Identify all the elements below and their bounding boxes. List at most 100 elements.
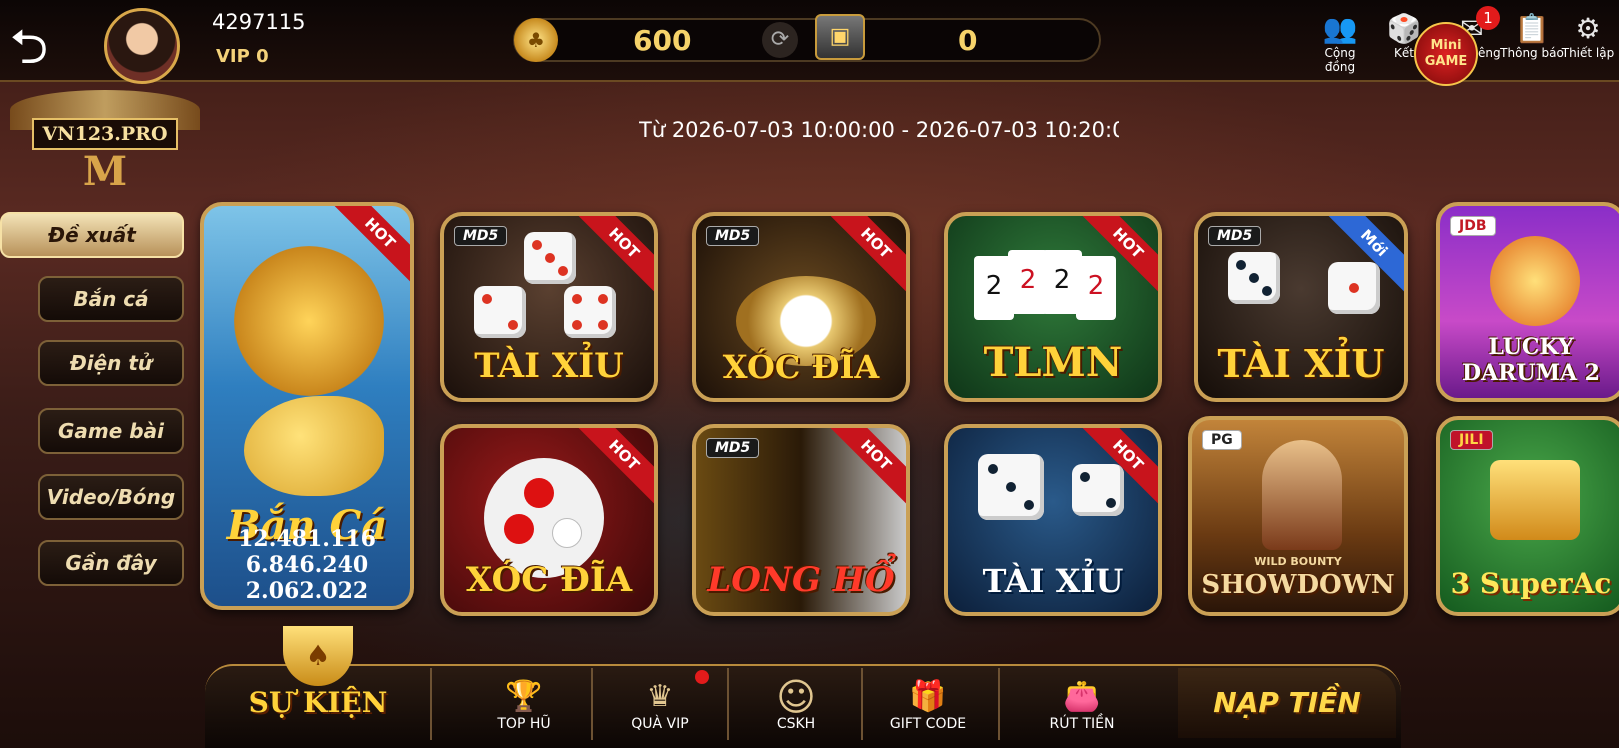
nav-top-hu[interactable]: 🏆 TOP HŨ — [460, 678, 588, 732]
user-id: 4297115 — [212, 10, 306, 34]
game-tile-tlmn[interactable]: 2 2 2 2 HOT TLMN — [944, 212, 1162, 402]
minigame-button[interactable]: Mini GAME — [1414, 22, 1478, 86]
game-title: LUCKY DARUMA 2 — [1461, 334, 1600, 386]
game-tile-long-ho[interactable]: MD5 HOT LONG HỔ — [692, 424, 910, 616]
settings-button[interactable]: ⚙ Thiết lập — [1556, 12, 1619, 60]
trophy-icon: 🏆 — [505, 679, 543, 714]
daruma-icon — [1490, 236, 1580, 326]
dragon-icon — [234, 246, 384, 396]
game-tile-3-super-ace[interactable]: JILI 3 SuperAc — [1436, 416, 1619, 616]
game-tile-tai-xiu-new[interactable]: MD5 Mới TÀI XỈU — [1194, 212, 1408, 402]
vip-level: VIP 0 — [216, 46, 269, 67]
nav-divider — [727, 668, 729, 740]
category-video-football[interactable]: Video/Bóng — [38, 474, 184, 520]
nav-divider — [591, 668, 593, 740]
game-title: XÓC ĐĨA — [722, 348, 880, 386]
avatar[interactable] — [104, 8, 180, 84]
jackpot-1: 12.481.116 — [238, 526, 376, 552]
nav-divider — [998, 668, 1000, 740]
category-card-games[interactable]: Game bài — [38, 408, 184, 454]
deposit-button[interactable]: NẠP TIỀN — [1178, 668, 1396, 738]
pg-tag: PG — [1202, 430, 1242, 450]
nav-label: TOP HŨ — [497, 716, 551, 732]
nav-qua-vip[interactable]: ♛ QUÀ VIP — [596, 678, 724, 732]
dice-icon — [1072, 464, 1124, 516]
game-title: SHOWDOWN — [1201, 570, 1395, 600]
event-label: SỰ KIỆN — [248, 686, 388, 719]
jackpot-2: 6.846.240 — [245, 552, 369, 578]
game-title: TÀI XỈU — [474, 346, 624, 386]
game-title: TLMN — [983, 339, 1123, 386]
jili-tag: JILI — [1450, 430, 1493, 450]
md5-tag: MD5 — [706, 438, 760, 458]
safe-balance: 0 — [958, 24, 978, 57]
community-button[interactable]: 👥 Cộng đồng — [1308, 12, 1372, 74]
game-tile-xoc-dia[interactable]: HOT XÓC ĐĨA — [440, 424, 658, 616]
support-icon: ☺ — [776, 675, 816, 719]
safe-icon[interactable]: ▣ — [815, 14, 865, 60]
nav-divider — [430, 668, 432, 740]
game-title: LONG HỔ — [707, 560, 895, 600]
refresh-icon[interactable]: ⟳ — [762, 22, 798, 58]
category-recommended[interactable]: Đề xuất — [0, 212, 184, 258]
settings-icon: ⚙ — [1575, 12, 1601, 45]
trophy-icon: ♠ — [283, 626, 353, 686]
crown-icon — [1490, 460, 1580, 540]
mail-badge: 1 — [1476, 6, 1500, 30]
cowgirl-icon — [1262, 440, 1342, 550]
md5-tag: MD5 — [1208, 226, 1262, 246]
settings-label: Thiết lập — [1561, 46, 1615, 60]
game-tile-wild-bounty-showdown[interactable]: PG WILD BOUNTY SHOWDOWN — [1188, 416, 1408, 616]
game-tile-tai-xiu-blue[interactable]: HOT TÀI XỈU — [944, 424, 1162, 616]
hot-ribbon: HOT — [572, 216, 654, 295]
category-recent[interactable]: Gần đây — [38, 540, 184, 586]
dice-icon — [978, 454, 1044, 520]
nav-label: RÚT TIỀN — [1049, 716, 1115, 732]
chip-icon — [504, 514, 534, 544]
jdb-tag: JDB — [1450, 216, 1496, 236]
dice-icon — [474, 286, 526, 338]
category-slots[interactable]: Điện tử — [38, 340, 184, 386]
notice-label: Thông báo — [1500, 46, 1564, 60]
dice-icon — [564, 286, 616, 338]
nav-label: QUÀ VIP — [631, 716, 689, 732]
event-button[interactable]: ♠ SỰ KIỆN — [233, 626, 403, 748]
balance-bar — [513, 18, 1101, 62]
community-icon: 👥 — [1322, 12, 1358, 45]
game-tile-ban-ca[interactable]: HOT Bắn Cá 12.481.116 6.846.240 2.062.02… — [200, 202, 414, 610]
gold-balance: 600 — [633, 24, 692, 57]
dice-icon — [1228, 252, 1280, 304]
game-tile-xoc-dia-md5[interactable]: MD5 HOT XÓC ĐĨA — [692, 212, 910, 402]
shark-icon — [244, 396, 384, 496]
chip-icon — [524, 478, 554, 508]
hot-ribbon: HOT — [824, 428, 906, 507]
nav-gift-code[interactable]: 🎁 GIFT CODE — [864, 678, 992, 732]
logo-monogram: M — [82, 148, 128, 195]
jackpot-3: 2.062.022 — [245, 578, 369, 604]
brand-logo: VN123.PRO M — [10, 90, 200, 195]
game-title: 3 SuperAc — [1450, 567, 1612, 600]
card-icon: 2 — [1076, 256, 1116, 320]
notice-button[interactable]: 📋 Thông báo — [1500, 12, 1564, 60]
game-title: TÀI XỈU — [982, 562, 1124, 600]
nav-cskh[interactable]: ☺ CSKH — [732, 678, 860, 732]
game-tile-tai-xiu-md5[interactable]: MD5 HOT TÀI XỈU — [440, 212, 658, 402]
md5-tag: MD5 — [706, 226, 760, 246]
nav-label: GIFT CODE — [889, 716, 967, 732]
game-tile-lucky-daruma[interactable]: JDB LUCKY DARUMA 2 — [1436, 202, 1619, 402]
community-label: Cộng đồng — [1324, 46, 1356, 74]
connect-label: Kết — [1394, 46, 1414, 60]
lobby-screen: ⮌ 4297115 VIP 0 ♣ 600 ⟳ ▣ 0 👥 Cộng đồng … — [0, 0, 1619, 748]
nav-rut-tien[interactable]: 👛 RÚT TIỀN — [1018, 678, 1146, 732]
crown-icon: ♛ — [646, 679, 674, 714]
category-fishing[interactable]: Bắn cá — [38, 276, 184, 322]
notification-dot — [695, 670, 709, 684]
coin-icon: ♣ — [514, 18, 558, 62]
back-icon[interactable]: ⮌ — [0, 18, 58, 76]
nav-divider — [861, 668, 863, 740]
game-title: TÀI XỈU — [1217, 341, 1385, 386]
chip-icon — [552, 518, 582, 548]
game-subtitle: WILD BOUNTY — [1254, 555, 1342, 568]
announcement-marquee: Từ 2026-07-03 10:00:00 - 2026-07-03 10:2… — [639, 118, 1119, 142]
gift-icon: 🎁 — [909, 679, 947, 714]
